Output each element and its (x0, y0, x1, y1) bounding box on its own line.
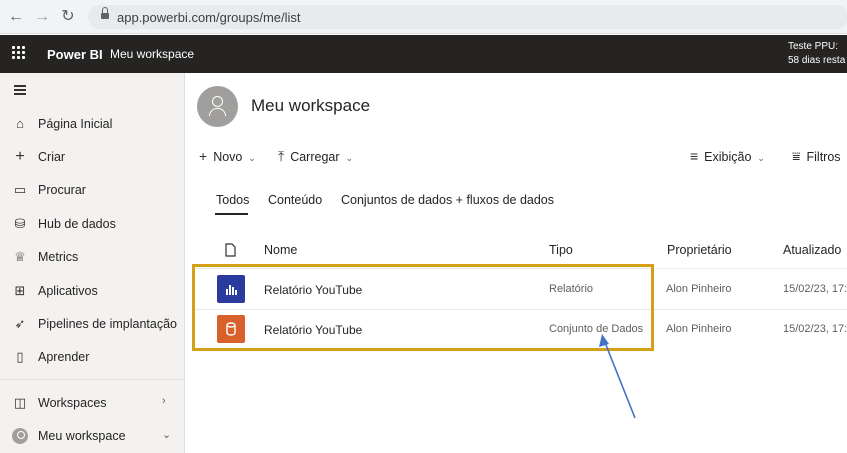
filters-button[interactable]: ⩸ Filtros (792, 148, 841, 166)
chevron-right-icon: › (162, 395, 166, 407)
nav-item-home[interactable]: ⌂ Página Inicial (0, 110, 185, 138)
folder-icon: ▭ (13, 182, 27, 197)
home-icon: ⌂ (16, 116, 24, 131)
column-header-owner[interactable]: Proprietário (667, 243, 732, 257)
nav-label: Meu workspace (38, 429, 126, 443)
view-button[interactable]: ≡ Exibição ⌄ (690, 148, 765, 166)
nav-divider (0, 379, 185, 380)
workspace-avatar-icon (12, 428, 28, 444)
trial-days: 58 dias resta (788, 55, 846, 66)
back-arrow-icon[interactable]: ← (6, 7, 26, 27)
nav-label: Hub de dados (38, 217, 116, 231)
breadcrumb[interactable]: Meu workspace (110, 47, 194, 61)
book-icon: ▯ (16, 349, 24, 364)
nav-label: Aplicativos (38, 284, 98, 298)
view-options-icon: ≡ (690, 148, 699, 164)
tab-content[interactable]: Conteúdo (268, 193, 322, 207)
column-header-name[interactable]: Nome (264, 243, 297, 257)
plus-icon: + (199, 148, 208, 164)
plus-icon: + (15, 148, 25, 165)
app-launcher-icon[interactable] (12, 46, 26, 60)
highlight-box (192, 264, 654, 351)
nav-label: Procurar (38, 183, 86, 197)
nav-label: Metrics (38, 250, 79, 264)
nav-item-pipelines[interactable]: ➶ Pipelines de implantação (0, 310, 185, 338)
nav-label: Criar (38, 150, 66, 164)
chevron-down-icon: ⌄ (162, 429, 172, 441)
reload-icon[interactable]: ↻ (58, 7, 78, 27)
nav-item-create[interactable]: + Criar (0, 143, 185, 171)
view-label: Exibição (704, 150, 752, 164)
column-header-updated[interactable]: Atualizado (783, 243, 841, 257)
nav-label: Workspaces (38, 396, 107, 410)
hamburger-menu-icon[interactable] (14, 85, 26, 95)
upload-button[interactable]: ⤒ Carregar ⌄ (278, 148, 353, 166)
upload-icon: ⤒ (278, 148, 285, 164)
nav-label: Pipelines de implantação (38, 317, 177, 331)
forward-arrow-icon[interactable]: → (32, 7, 52, 27)
nav-item-data-hub[interactable]: ⛁ Hub de dados (0, 210, 185, 238)
trophy-icon: ♕ (14, 249, 26, 264)
apps-icon: ⊞ (14, 283, 26, 298)
file-type-column-icon (225, 243, 236, 260)
column-header-type[interactable]: Tipo (549, 243, 573, 257)
app-header: Power BI Meu workspace Teste PPU: 58 dia… (0, 35, 847, 73)
nav-item-workspaces[interactable]: ◫ Workspaces › (0, 389, 185, 417)
filters-label: Filtros (806, 150, 841, 164)
item-owner: Alon Pinheiro (666, 323, 732, 335)
lock-icon (101, 7, 109, 20)
app-brand[interactable]: Power BI (47, 47, 103, 62)
url-text[interactable]: app.powerbi.com/groups/me/list (117, 10, 301, 25)
active-tab-indicator (215, 213, 248, 215)
nav-item-learn[interactable]: ▯ Aprender (0, 343, 185, 371)
filter-icon: ⩸ (792, 148, 801, 164)
trial-label: Teste PPU: (788, 41, 839, 52)
nav-item-my-workspace[interactable]: Meu workspace ⌄ (0, 422, 185, 450)
upload-label: Carregar (290, 150, 340, 164)
nav-item-browse[interactable]: ▭ Procurar (0, 176, 185, 204)
chevron-down-icon: ⌄ (345, 153, 354, 163)
nav-item-metrics[interactable]: ♕ Metrics (0, 243, 185, 271)
page-title: Meu workspace (251, 96, 371, 115)
workspaces-icon: ◫ (13, 395, 27, 410)
item-updated: 15/02/23, 17: (783, 323, 847, 335)
tab-all[interactable]: Todos (216, 193, 249, 207)
item-owner: Alon Pinheiro (666, 283, 732, 295)
new-label: Novo (213, 150, 243, 164)
browser-toolbar: ← → ↻ app.powerbi.com/groups/me/list (0, 0, 847, 34)
trial-status: Teste PPU: 58 dias resta (788, 40, 845, 68)
rocket-icon: ➶ (14, 316, 26, 331)
chevron-down-icon: ⌄ (757, 153, 765, 163)
left-nav: ⌂ Página Inicial + Criar ▭ Procurar ⛁ Hu… (0, 73, 185, 453)
new-button[interactable]: + Novo ⌄ (199, 148, 256, 166)
nav-label: Aprender (38, 350, 90, 364)
workspace-avatar (197, 86, 238, 127)
nav-label: Página Inicial (38, 117, 113, 131)
chevron-down-icon: ⌄ (248, 153, 256, 163)
page-root: ← → ↻ app.powerbi.com/groups/me/list Pow… (0, 0, 847, 453)
database-icon: ⛁ (14, 216, 26, 231)
tab-datasets-dataflows[interactable]: Conjuntos de dados + fluxos de dados (341, 193, 554, 207)
item-updated: 15/02/23, 17: (783, 283, 847, 295)
nav-item-apps[interactable]: ⊞ Aplicativos (0, 277, 185, 305)
